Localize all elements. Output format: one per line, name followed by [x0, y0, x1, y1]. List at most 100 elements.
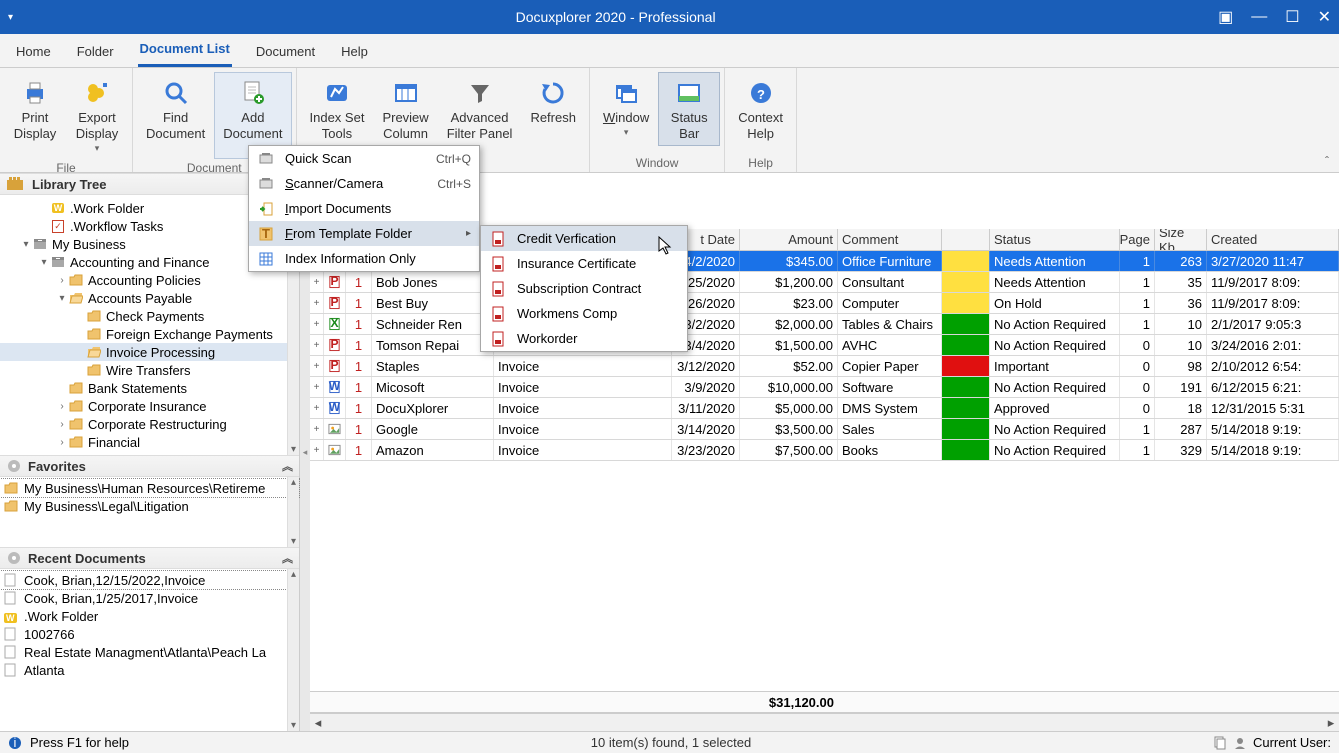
- rec-scrollbar[interactable]: ▴ ▾: [287, 569, 299, 731]
- col-status[interactable]: Status: [990, 229, 1120, 250]
- tree-node[interactable]: Invoice Processing: [0, 343, 299, 361]
- tree-twisty-icon[interactable]: ▾: [56, 293, 68, 304]
- recent-list[interactable]: Cook, Brian,12/15/2022,InvoiceCook, Bria…: [0, 569, 299, 731]
- table-row[interactable]: +W1MicosoftInvoice3/9/2020$10,000.00Soft…: [310, 377, 1339, 398]
- add-document-menu[interactable]: Quick ScanCtrl+QScanner/CameraCtrl+SImpo…: [248, 145, 480, 272]
- menu-home[interactable]: Home: [14, 38, 53, 67]
- tree-node[interactable]: ›Corporate Restructuring: [0, 415, 299, 433]
- ribbon-advanced-button[interactable]: AdvancedFilter Panel: [438, 72, 522, 146]
- expand-icon[interactable]: +: [310, 440, 324, 460]
- expand-icon[interactable]: +: [310, 335, 324, 355]
- tree-node[interactable]: ›Corporate Insurance: [0, 397, 299, 415]
- scroll-right-icon[interactable]: ▸: [1323, 715, 1339, 731]
- template-item-workorder[interactable]: Workorder: [481, 326, 687, 351]
- menu-item-quick-scan[interactable]: Quick ScanCtrl+Q: [249, 146, 479, 171]
- expand-icon[interactable]: +: [310, 272, 324, 292]
- table-row[interactable]: +P1Best Buy2/26/2020$23.00ComputerOn Hol…: [310, 293, 1339, 314]
- table-row[interactable]: +W1DocuXplorerInvoice3/11/2020$5,000.00D…: [310, 398, 1339, 419]
- template-item-subscription-contract[interactable]: Subscription Contract: [481, 276, 687, 301]
- expand-icon[interactable]: +: [310, 314, 324, 334]
- tree-node[interactable]: ›Financial: [0, 433, 299, 451]
- col-amount[interactable]: Amount: [740, 229, 838, 250]
- tree-node[interactable]: Bank Statements: [0, 379, 299, 397]
- svg-text:P: P: [330, 296, 338, 309]
- table-row[interactable]: +1GoogleInvoice3/14/2020$3,500.00SalesNo…: [310, 419, 1339, 440]
- col-size[interactable]: Size Kb: [1155, 229, 1207, 250]
- chevron-up-icon[interactable]: ︽: [282, 550, 293, 566]
- favorite-item[interactable]: My Business\Human Resources\Retireme: [0, 479, 299, 497]
- ribbon-export-button[interactable]: ExportDisplay▾: [66, 72, 128, 159]
- col-comment[interactable]: Comment: [838, 229, 942, 250]
- library-icon: [6, 176, 26, 192]
- menu-document-list[interactable]: Document List: [138, 35, 232, 67]
- folder-icon: [50, 255, 66, 269]
- chevron-up-icon[interactable]: ︽: [282, 458, 293, 474]
- indexset-icon: [321, 77, 353, 109]
- table-row[interactable]: +1AmazonInvoice3/23/2020$7,500.00BooksNo…: [310, 440, 1339, 461]
- grid-h-scrollbar[interactable]: ◂ ▸: [310, 713, 1339, 731]
- menu-help[interactable]: Help: [339, 38, 370, 67]
- ribbon-refresh-button[interactable]: Refresh: [521, 72, 585, 130]
- template-item-workmens-comp[interactable]: Workmens Comp: [481, 301, 687, 326]
- menu-item-index-information-only[interactable]: Index Information Only: [249, 246, 479, 271]
- recent-item[interactable]: Real Estate Managment\Atlanta\Peach La: [0, 643, 299, 661]
- tree-twisty-icon[interactable]: ›: [56, 401, 68, 412]
- tree-node[interactable]: ▾Accounts Payable: [0, 289, 299, 307]
- maximize-button[interactable]: ☐: [1285, 7, 1299, 27]
- menu-item-scanner-camera[interactable]: Scanner/CameraCtrl+S: [249, 171, 479, 196]
- favorites-list[interactable]: My Business\Human Resources\RetiremeMy B…: [0, 477, 299, 547]
- recent-item[interactable]: W.Work Folder: [0, 607, 299, 625]
- tree-node[interactable]: Foreign Exchange Payments: [0, 325, 299, 343]
- menu-item-import-documents[interactable]: Import Documents: [249, 196, 479, 221]
- tree-node[interactable]: Wire Transfers: [0, 361, 299, 379]
- tree-twisty-icon[interactable]: ›: [56, 275, 68, 286]
- export-icon: [81, 77, 113, 109]
- table-row[interactable]: +P1StaplesInvoice3/12/2020$52.00Copier P…: [310, 356, 1339, 377]
- template-item-insurance-certificate[interactable]: Insurance Certificate: [481, 251, 687, 276]
- table-row[interactable]: +P1Tomson Repai3/4/2020$1,500.00AVHCNo A…: [310, 335, 1339, 356]
- expand-icon[interactable]: +: [310, 356, 324, 376]
- close-button[interactable]: ✕: [1318, 7, 1331, 27]
- grid-rows[interactable]: +P14/2/2020$345.00Office FurnitureNeeds …: [310, 251, 1339, 461]
- expand-icon[interactable]: +: [310, 398, 324, 418]
- library-tree-title: Library Tree: [32, 177, 106, 192]
- minimize-button[interactable]: —: [1251, 8, 1267, 26]
- menu-folder[interactable]: Folder: [75, 38, 116, 67]
- fav-scrollbar[interactable]: ▴ ▾: [287, 477, 299, 547]
- tree-twisty-icon[interactable]: ▾: [20, 239, 32, 250]
- favorite-item[interactable]: My Business\Legal\Litigation: [0, 497, 299, 515]
- recent-item[interactable]: Cook, Brian,1/25/2017,Invoice: [0, 589, 299, 607]
- ribbon-options-icon[interactable]: ▣: [1218, 7, 1233, 27]
- ribbon-status-button[interactable]: StatusBar: [658, 72, 720, 146]
- ribbon-collapse-icon[interactable]: ˆ: [1325, 154, 1329, 168]
- ribbon-context-button[interactable]: ?ContextHelp: [729, 72, 792, 146]
- tree-twisty-icon[interactable]: ›: [56, 437, 68, 448]
- recent-item[interactable]: Atlanta: [0, 661, 299, 679]
- favorites-header[interactable]: Favorites ︽: [0, 455, 299, 477]
- recent-header[interactable]: Recent Documents ︽: [0, 547, 299, 569]
- menu-document[interactable]: Document: [254, 38, 317, 67]
- col-pages[interactable]: Page: [1120, 229, 1155, 250]
- tree-twisty-icon[interactable]: ›: [56, 419, 68, 430]
- template-folder-submenu[interactable]: Credit VerficationInsurance CertificateS…: [480, 225, 688, 352]
- tree-node[interactable]: ›Accounting Policies: [0, 271, 299, 289]
- expand-icon[interactable]: +: [310, 293, 324, 313]
- table-row[interactable]: +P1Bob Jones2/25/2020$1,200.00Consultant…: [310, 272, 1339, 293]
- expand-icon[interactable]: +: [310, 419, 324, 439]
- menu-item-from-template-folder[interactable]: TFrom Template Folder▸: [249, 221, 479, 246]
- recent-item[interactable]: Cook, Brian,12/15/2022,Invoice: [0, 571, 299, 589]
- template-item-credit-verfication[interactable]: Credit Verfication: [481, 226, 687, 251]
- tree-node[interactable]: Check Payments: [0, 307, 299, 325]
- recent-item[interactable]: 1002766: [0, 625, 299, 643]
- expand-icon[interactable]: +: [310, 377, 324, 397]
- status-color: [942, 293, 990, 313]
- ribbon-find-button[interactable]: FindDocument: [137, 72, 214, 146]
- ribbon-print-button[interactable]: PrintDisplay: [4, 72, 66, 146]
- table-row[interactable]: +X1Schneider Ren3/2/2020$2,000.00Tables …: [310, 314, 1339, 335]
- folder-icon: [4, 500, 20, 512]
- scroll-left-icon[interactable]: ◂: [310, 715, 326, 731]
- gear-icon: [6, 458, 22, 474]
- ribbon-window-button[interactable]: Window▾: [594, 72, 658, 143]
- tree-twisty-icon[interactable]: ▾: [38, 257, 50, 268]
- col-created[interactable]: Created: [1207, 229, 1339, 250]
